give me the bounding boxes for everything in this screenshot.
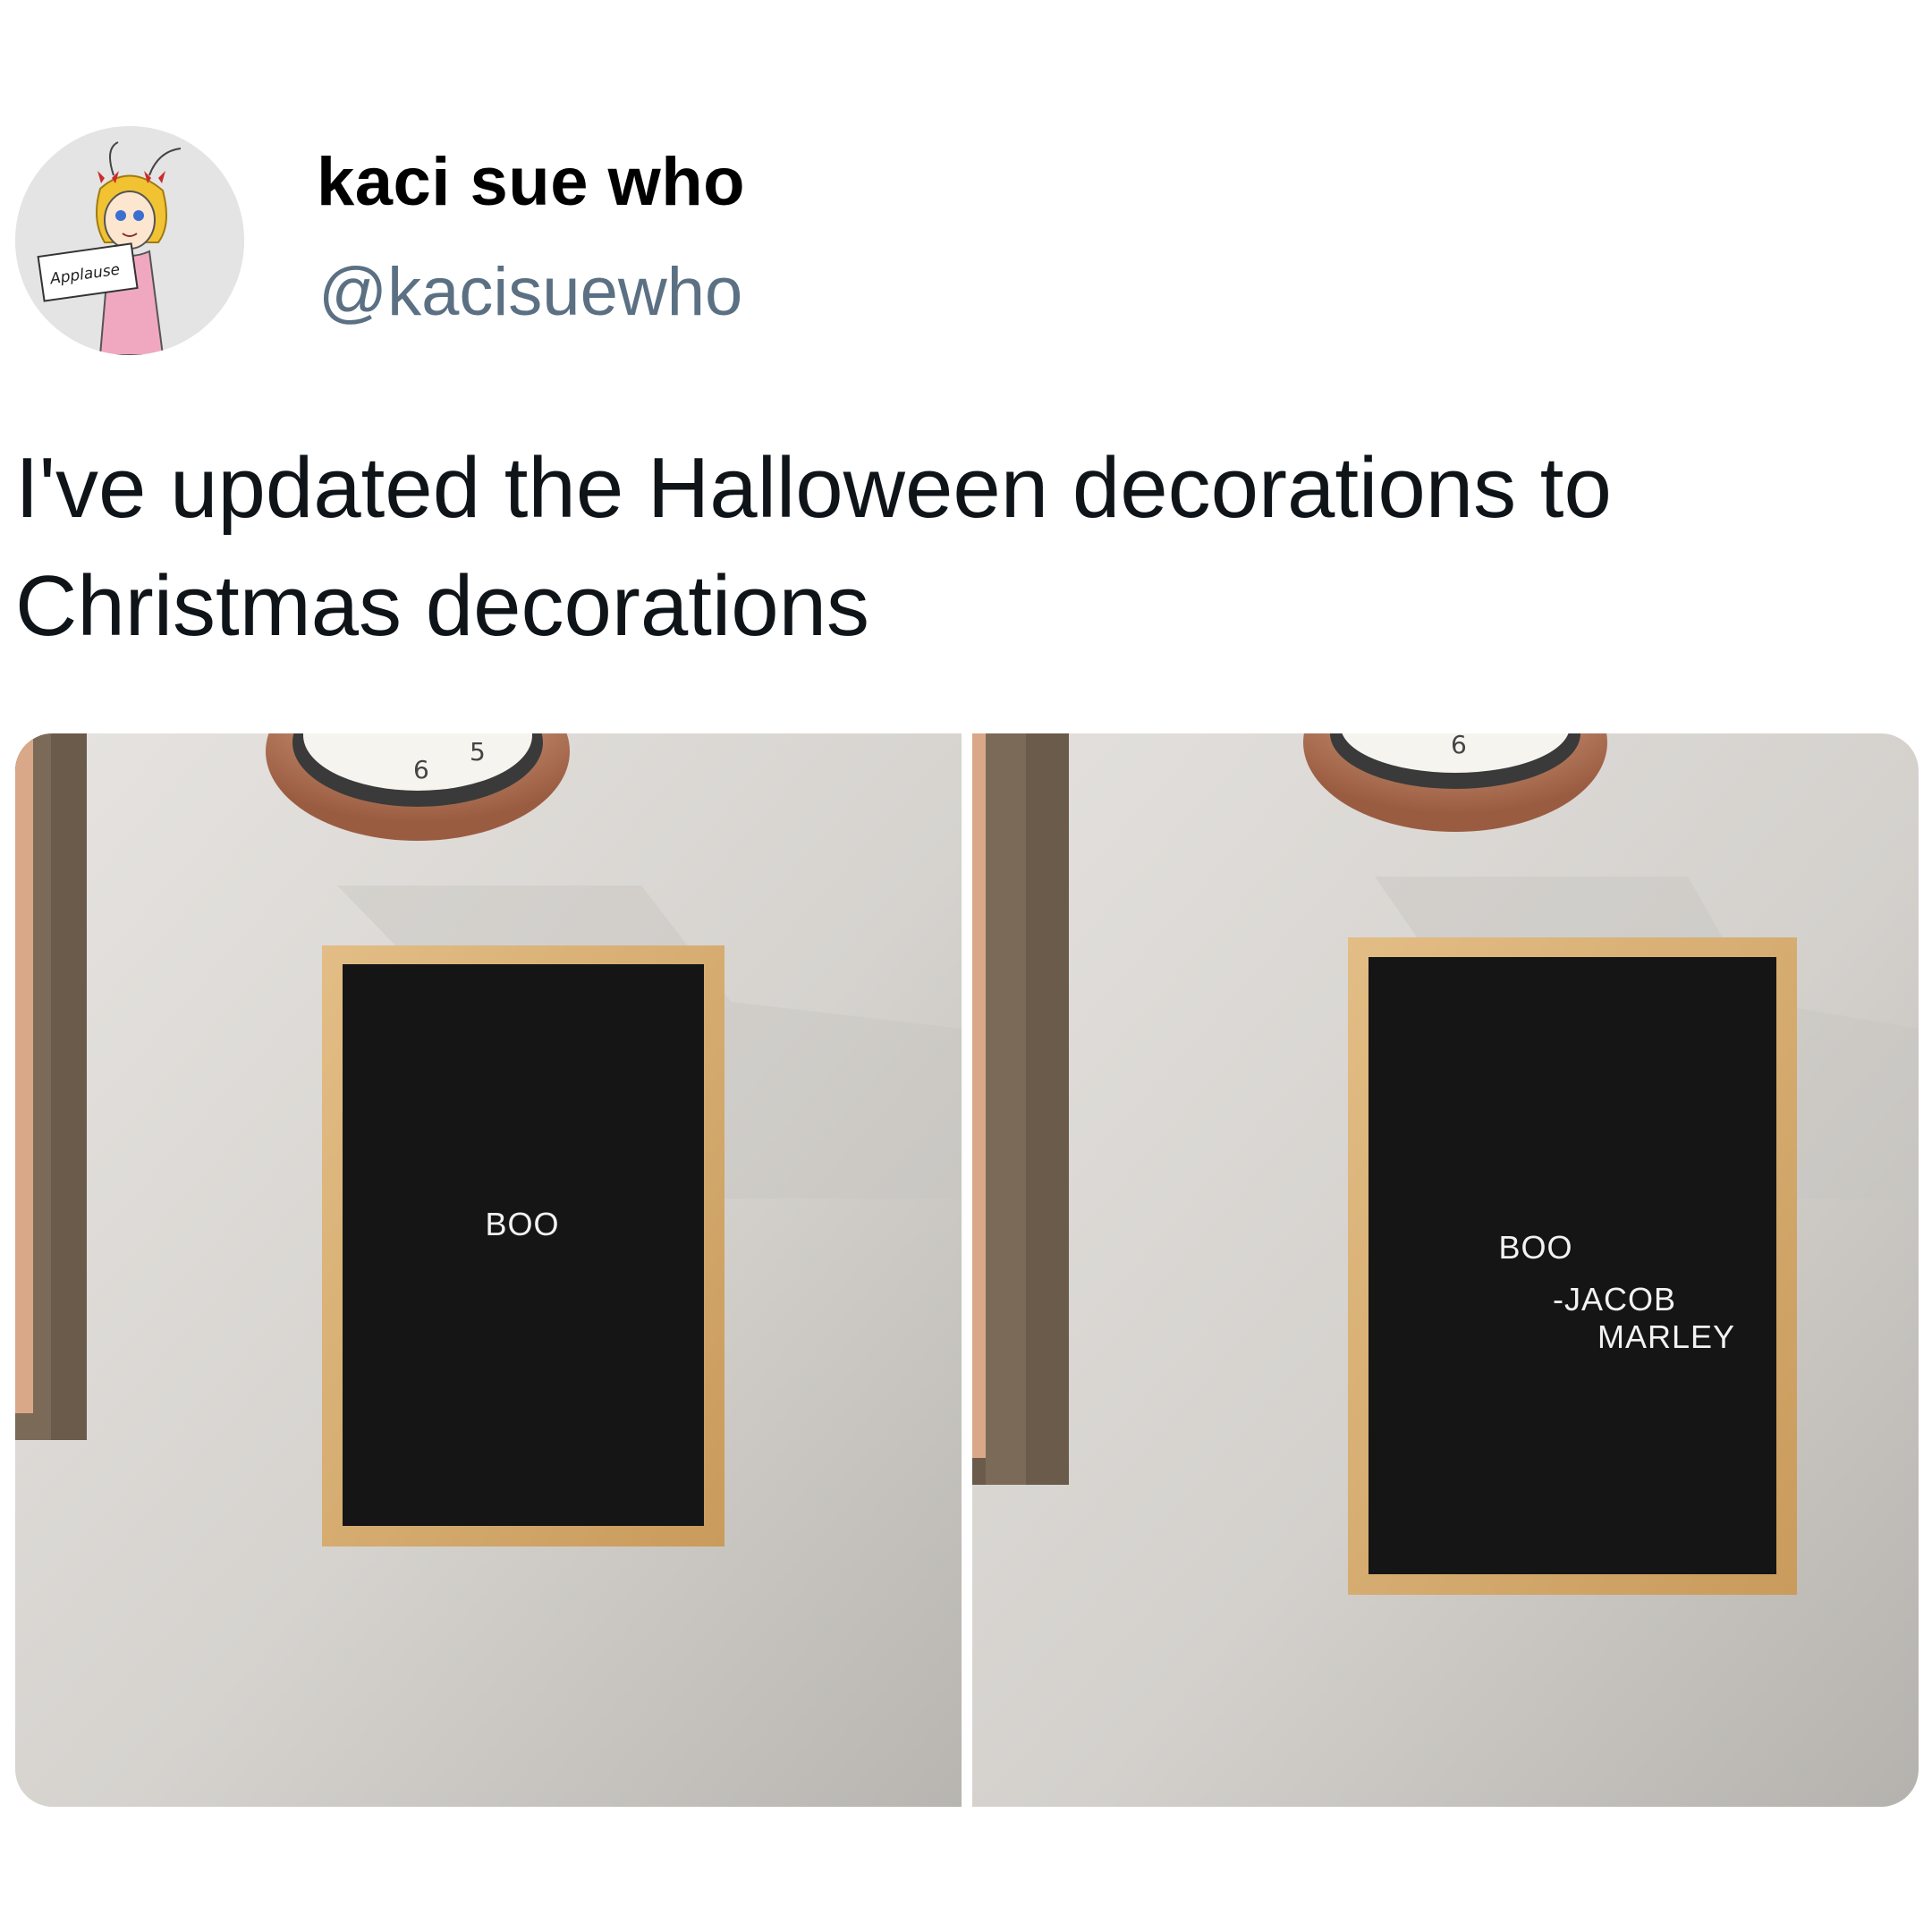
letterboard bbox=[343, 964, 704, 1526]
tweet-text: I've updated the Halloween decorations t… bbox=[15, 440, 1612, 654]
avatar-image: Applause bbox=[15, 126, 244, 355]
tweet-screenshot: Applause kaci sue who @kacisuewho I've u… bbox=[0, 0, 1932, 1932]
photo-after[interactable]: 6 BOO -JACOB MARLEY bbox=[972, 733, 1919, 1807]
sign-line: BOO bbox=[1498, 1229, 1572, 1266]
clock-numeral: 5 bbox=[470, 737, 486, 767]
avatar[interactable]: Applause bbox=[15, 126, 244, 355]
letterboard bbox=[1368, 957, 1776, 1574]
clock-numeral: 6 bbox=[413, 755, 429, 784]
sign-line: -JACOB bbox=[1553, 1281, 1676, 1318]
display-name[interactable]: kaci sue who bbox=[317, 143, 745, 221]
tweet-media[interactable]: 6 5 BOO 6 BOO -JACOB MARLEY bbox=[15, 733, 1919, 1807]
user-handle[interactable]: @kacisuewho bbox=[318, 253, 742, 331]
sign-line: MARLEY bbox=[1597, 1318, 1735, 1355]
photo-before[interactable]: 6 5 BOO bbox=[15, 733, 962, 1807]
clock-numeral: 6 bbox=[1451, 733, 1467, 759]
sign-line: BOO bbox=[485, 1206, 559, 1242]
